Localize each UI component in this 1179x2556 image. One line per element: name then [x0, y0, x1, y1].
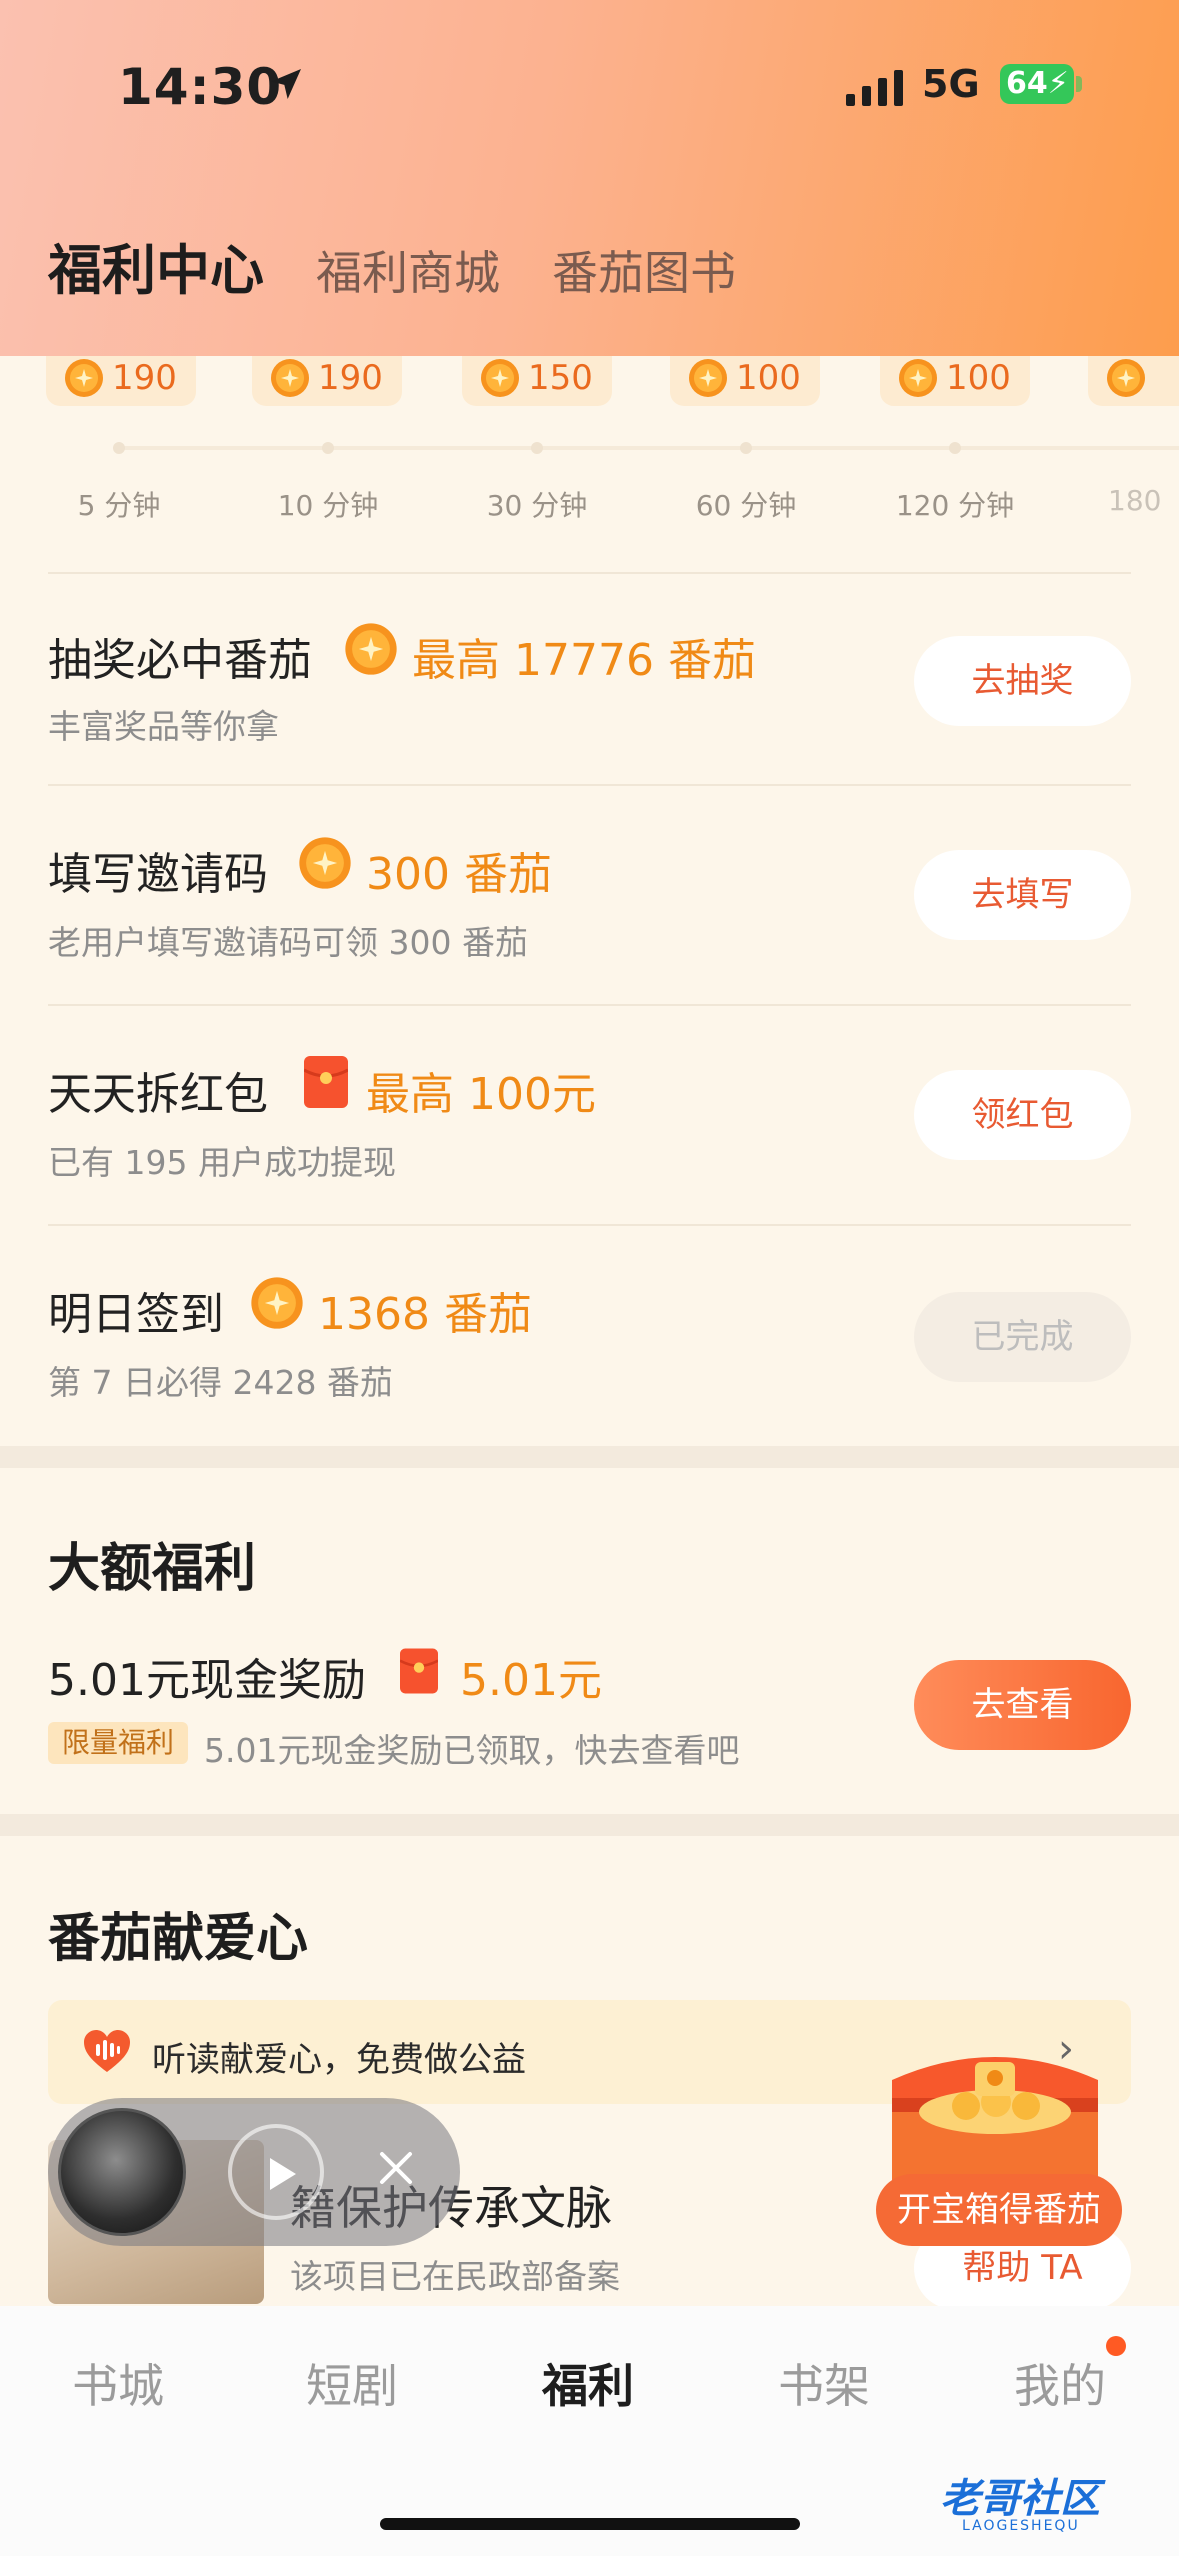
- timeline-dot: [113, 442, 125, 454]
- tab-welfare-mall[interactable]: 福利商城: [316, 237, 500, 303]
- duration-label: 30 分钟: [486, 489, 588, 522]
- duration-label: 5 分钟: [77, 489, 161, 522]
- reward-chip[interactable]: 190: [252, 356, 402, 406]
- timeline-dot: [531, 442, 543, 454]
- fill-invite-code-button[interactable]: 去填写: [914, 850, 1131, 940]
- charity-banner-text: 听读献爱心，免费做公益: [152, 2040, 526, 2080]
- timeline-dot: [949, 442, 961, 454]
- audio-player[interactable]: [48, 2098, 460, 2246]
- section-separator: [0, 1814, 1179, 1836]
- task-subtitle: 老用户填写邀请码可领 300 番茄: [48, 923, 528, 962]
- nav-bookstore[interactable]: 书城: [18, 2350, 218, 2416]
- coin-icon: [899, 359, 937, 397]
- home-indicator: [380, 2518, 800, 2530]
- play-icon: [270, 2158, 296, 2190]
- view-reward-button[interactable]: 去查看: [914, 1660, 1131, 1750]
- play-button[interactable]: [228, 2124, 324, 2220]
- reward-amount: 100: [946, 358, 1011, 398]
- watermark-subtitle: LAOGESHEQU: [962, 2518, 1080, 2534]
- tab-welfare-center[interactable]: 福利中心: [48, 226, 264, 305]
- task-title: 天天拆红包: [48, 1069, 268, 1120]
- task-reward: 最高 100元: [366, 1069, 596, 1120]
- task-title: 明日签到: [48, 1289, 224, 1340]
- duration-label: 10 分钟: [277, 489, 379, 522]
- task-reward: 300 番茄: [366, 849, 552, 900]
- coin-icon: [1107, 359, 1145, 397]
- reading-rewards: 190 190 150 100 100 5 分钟 10 分钟 30 分钟 60 …: [0, 356, 1179, 566]
- battery-tip: [1076, 76, 1082, 92]
- reward-amount: 100: [736, 358, 801, 398]
- section-separator: [0, 1446, 1179, 1468]
- duration-label: 120 分钟: [895, 489, 1015, 522]
- duration-label: 180: [1108, 484, 1162, 517]
- notification-dot: [1106, 2336, 1126, 2356]
- get-red-envelope-button[interactable]: 领红包: [914, 1070, 1131, 1160]
- coin-icon: [299, 837, 351, 889]
- reward-amount: 190: [318, 358, 383, 398]
- divider: [48, 1004, 1131, 1006]
- task-reward: 1368 番茄: [318, 1289, 532, 1340]
- section-title-charity: 番茄献爱心: [48, 1909, 309, 1969]
- task-reward: 最高 17776 番茄: [412, 635, 756, 686]
- task-title: 填写邀请码: [48, 849, 268, 900]
- timeline-dot: [740, 442, 752, 454]
- divider: [48, 1224, 1131, 1226]
- battery-level: 64: [1006, 66, 1048, 101]
- limited-tag: 限量福利: [48, 1722, 189, 1764]
- red-envelope-icon: [400, 1648, 438, 1694]
- cash-reward-subtitle: 5.01元现金奖励已领取，快去查看吧: [204, 1731, 740, 1770]
- nav-me[interactable]: 我的: [960, 2350, 1160, 2416]
- coin-icon: [345, 623, 397, 675]
- project-subtitle: 该项目已在民政部备案: [290, 2257, 620, 2296]
- lottery-button[interactable]: 去抽奖: [914, 636, 1131, 726]
- heart-audio-icon: [84, 2030, 130, 2072]
- divider: [48, 784, 1131, 786]
- treasure-chest-icon[interactable]: [880, 2040, 1110, 2190]
- tab-tomato-books[interactable]: 番茄图书: [552, 237, 736, 303]
- task-subtitle: 已有 195 用户成功提现: [48, 1143, 396, 1182]
- task-subtitle: 第 7 日必得 2428 番茄: [48, 1363, 393, 1402]
- task-title: 抽奖必中番茄: [48, 635, 312, 686]
- checkin-done-button[interactable]: 已完成: [914, 1292, 1131, 1382]
- red-envelope-icon: [304, 1056, 348, 1108]
- nav-bookshelf[interactable]: 书架: [724, 2350, 924, 2416]
- timeline-dot: [322, 442, 334, 454]
- open-chest-button[interactable]: 开宝箱得番茄: [876, 2174, 1122, 2246]
- reward-amount: 190: [112, 358, 177, 398]
- status-time: 14:30: [118, 58, 283, 116]
- nav-welfare[interactable]: 福利: [488, 2350, 688, 2416]
- duration-label: 60 分钟: [695, 489, 797, 522]
- nav-short-drama[interactable]: 短剧: [252, 2350, 452, 2416]
- watermark-logo: 老哥社区: [940, 2476, 1100, 2522]
- album-cover[interactable]: [58, 2108, 186, 2236]
- signal-icon: [846, 70, 903, 106]
- reward-chip[interactable]: 190: [46, 356, 196, 406]
- reward-chip[interactable]: [1088, 356, 1179, 406]
- coin-icon: [271, 359, 309, 397]
- battery-icon: 64⚡: [1000, 64, 1074, 104]
- header: 14:30 5G 64⚡ 福利中心 福利商城 番茄图书: [0, 0, 1179, 356]
- coin-icon: [481, 359, 519, 397]
- reward-chip[interactable]: 100: [670, 356, 820, 406]
- divider: [48, 572, 1131, 574]
- cash-reward-amount: 5.01元: [460, 1655, 602, 1706]
- coin-icon: [251, 1277, 303, 1329]
- section-title-big-benefits: 大额福利: [48, 1539, 257, 1599]
- reward-chip[interactable]: 100: [880, 356, 1030, 406]
- header-tabs: 福利中心 福利商城 番茄图书: [48, 226, 788, 305]
- timeline-track: [118, 446, 1179, 450]
- task-subtitle: 丰富奖品等你拿: [48, 707, 279, 746]
- reward-amount: 150: [528, 358, 593, 398]
- coin-icon: [689, 359, 727, 397]
- close-icon[interactable]: [366, 2138, 426, 2198]
- bottom-nav: 书城 短剧 福利 书架 我的 老哥社区 LAOGESHEQU: [0, 2306, 1179, 2556]
- location-arrow-icon: [271, 69, 301, 99]
- coin-icon: [65, 359, 103, 397]
- reward-chip[interactable]: 150: [462, 356, 612, 406]
- network-type: 5G: [922, 62, 980, 106]
- cash-reward-title: 5.01元现金奖励: [48, 1655, 366, 1706]
